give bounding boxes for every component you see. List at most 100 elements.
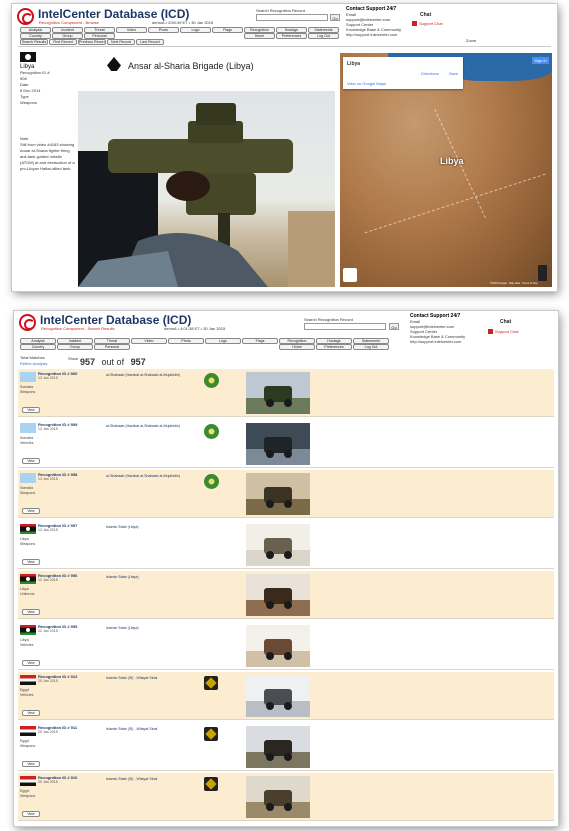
- nav-button-country[interactable]: Country: [20, 344, 56, 350]
- go-button[interactable]: Go: [330, 14, 340, 21]
- map-info-card: Libya View on Google Maps Directions Sav…: [343, 57, 463, 89]
- nav-button-first-record[interactable]: First Record: [49, 39, 77, 45]
- map-card-title: Libya: [347, 61, 361, 67]
- record-type: Vehicles: [20, 440, 34, 445]
- record-detail-screenshot: IntelCenter Database (ICD) Recognition C…: [12, 4, 557, 291]
- nav-button-previous-record[interactable]: Previous Record: [78, 39, 106, 45]
- search-input[interactable]: [304, 323, 386, 330]
- map-copyright: ©2015 Google · Map data · Terms of Use: [490, 282, 538, 285]
- view-button[interactable]: View: [22, 811, 40, 817]
- table-row[interactable]: Recognition ID # 960 13 Jan 2015 Somalia We…: [18, 369, 554, 417]
- group-name[interactable]: Islamic State (IS) - Wilayat Sinai: [106, 777, 157, 781]
- recognition-thumbnail[interactable]: [246, 776, 310, 818]
- nav-button-group[interactable]: Group: [57, 344, 93, 350]
- record-type: Weapons: [20, 743, 36, 748]
- nav-button-preferences[interactable]: Preferences: [316, 344, 352, 350]
- view-button[interactable]: View: [22, 508, 40, 514]
- nav-button-next-record[interactable]: Next Record: [107, 39, 135, 45]
- nav-button-log-out[interactable]: Log Out: [308, 33, 339, 39]
- nav-button-search-results[interactable]: Search Results: [20, 39, 48, 45]
- view-on-google-maps-link[interactable]: View on Google Maps: [347, 81, 386, 86]
- table-row[interactable]: Recognition ID # 955 12 Jan 2015 Libya Vehi…: [18, 622, 554, 670]
- go-button[interactable]: Go: [389, 323, 399, 330]
- record-type: Weapons: [20, 491, 36, 495]
- country-flag: [20, 675, 36, 685]
- view-button[interactable]: View: [22, 407, 40, 413]
- table-row[interactable]: Recognition ID # 911 20 Jan 2015 Egypt Weap…: [18, 723, 554, 771]
- group-logo-icon: [204, 423, 219, 439]
- record-type: Weapons: [20, 794, 36, 798]
- view-button[interactable]: View: [22, 710, 40, 716]
- group-logo-icon: [107, 57, 121, 71]
- group-name[interactable]: Islamic State (IS) - Wilayat Sinai: [106, 676, 157, 680]
- country-flag: [20, 422, 36, 433]
- nav-button-preferences[interactable]: Preferences: [276, 33, 307, 39]
- recognition-thumbnail[interactable]: [246, 574, 310, 616]
- record-date: 13 Jan 2015: [38, 376, 58, 380]
- group-name[interactable]: al-Shabaab (Harakat al-Shabaab al-Mujahi…: [106, 474, 180, 478]
- search-input[interactable]: [256, 14, 328, 21]
- intelcenter-logo[interactable]: [17, 8, 34, 25]
- chat-label: Chat: [500, 319, 512, 325]
- table-row[interactable]: Recognition ID # 958 13 Jan 2015 Somalia We…: [18, 470, 554, 518]
- group-name[interactable]: al-Shabaab (Harakat al-Shabaab al-Mujahi…: [106, 424, 180, 428]
- border-line: [364, 173, 546, 234]
- support-chat-button[interactable]: Support Chat: [412, 21, 443, 26]
- recognition-thumbnail[interactable]: [246, 372, 310, 414]
- page-subtitle: Recognition Component - Search Results: [41, 326, 115, 331]
- recognition-thumbnail[interactable]: [246, 523, 310, 566]
- support-url[interactable]: http://support.intelcenter.com: [346, 32, 397, 37]
- nav-button-home[interactable]: Home: [279, 344, 315, 350]
- recognition-thumbnail[interactable]: [246, 422, 310, 465]
- atgm-launcher-image: [78, 103, 335, 287]
- recognition-thumbnail[interactable]: [246, 725, 310, 768]
- intelcenter-logo[interactable]: [19, 314, 36, 331]
- group-name[interactable]: Islamic State (Libya): [106, 575, 139, 579]
- results-counter: 957 out of 957: [80, 357, 146, 367]
- group-name[interactable]: Islamic State (Libya): [106, 626, 139, 630]
- group-name[interactable]: Islamic State (IS) - Wilayat Sinai: [106, 727, 157, 731]
- record-note: Still from video #4183 showing Ansar al-…: [20, 142, 75, 171]
- page-subtitle: Recognition Component - Browse: [39, 20, 99, 25]
- table-row[interactable]: Recognition ID # 959 13 Jan 2015 Somalia Ve…: [18, 420, 554, 468]
- group-logo-icon: [204, 777, 218, 791]
- search-label: Search Recognition Record: [304, 317, 353, 322]
- recognition-thumbnail[interactable]: [246, 675, 310, 717]
- record-date: 12 Jan 2015: [38, 578, 58, 582]
- directions-button[interactable]: Directions: [421, 71, 439, 76]
- record-type: Vehicles: [20, 693, 34, 697]
- nav-button-last-record[interactable]: Last Record: [136, 39, 164, 45]
- group-name[interactable]: al-Shabaab (Harakat al-Shabaab al-Mujahi…: [106, 373, 180, 377]
- view-button[interactable]: View: [22, 659, 40, 666]
- sign-in-button[interactable]: Sign in: [532, 57, 549, 64]
- record-date: 20 Jan 2015: [38, 679, 58, 683]
- nav-button-personal[interactable]: Personal: [94, 344, 130, 350]
- map-view[interactable]: Libya View on Google Maps Directions Sav…: [340, 53, 552, 287]
- save-button[interactable]: Save: [449, 71, 458, 76]
- refine-analysis-link[interactable]: Refine Analysis: [20, 361, 47, 366]
- zoom-controls[interactable]: [538, 265, 547, 281]
- recognition-photo[interactable]: [78, 91, 335, 287]
- view-button[interactable]: View: [22, 558, 40, 565]
- record-date: 20 Jan 2015: [38, 780, 58, 784]
- table-row[interactable]: Recognition ID # 912 20 Jan 2015 Egypt Vehi…: [18, 672, 554, 720]
- recognition-thumbnail[interactable]: [246, 624, 310, 667]
- group-logo-icon: [204, 474, 219, 489]
- nav-button-log-out[interactable]: Log Out: [353, 344, 389, 350]
- table-row[interactable]: Recognition ID # 910 20 Jan 2015 Egypt Weap…: [18, 773, 554, 821]
- view-button[interactable]: View: [22, 457, 40, 464]
- view-button[interactable]: View: [22, 609, 40, 615]
- group-name: Ansar al-Sharia Brigade (Libya): [128, 61, 254, 71]
- table-row[interactable]: Recognition ID # 956 12 Jan 2015 Libya Unif…: [18, 571, 554, 619]
- satellite-toggle[interactable]: [343, 268, 357, 282]
- support-chat-button[interactable]: Support Chat: [488, 329, 519, 334]
- support-url[interactable]: http://support.intelcenter.com: [410, 339, 461, 344]
- divider: [18, 46, 551, 47]
- nav-button-home[interactable]: Home: [244, 33, 275, 39]
- record-date: 20 Jan 2015: [38, 729, 58, 734]
- view-button[interactable]: View: [22, 760, 40, 767]
- table-row[interactable]: Recognition ID # 957 12 Jan 2015 Libya Weap…: [18, 521, 554, 569]
- chat-label: Chat: [420, 12, 432, 18]
- group-name[interactable]: Islamic State (Libya): [106, 525, 139, 529]
- recognition-thumbnail[interactable]: [246, 473, 310, 515]
